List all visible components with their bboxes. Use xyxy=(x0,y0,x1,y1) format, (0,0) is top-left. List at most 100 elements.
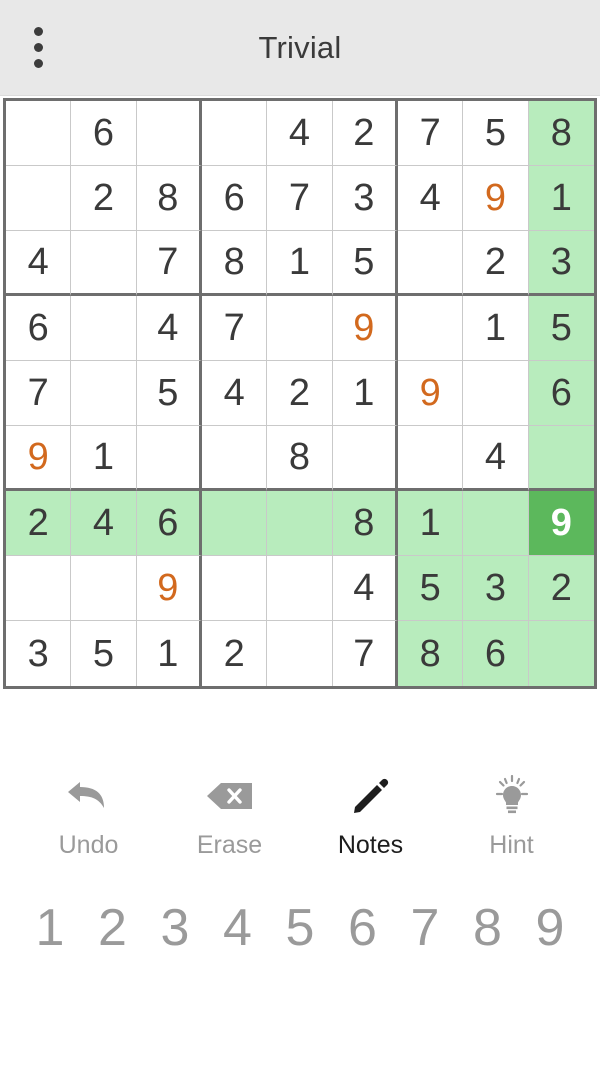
numpad-key-6[interactable]: 6 xyxy=(335,899,391,957)
sudoku-cell-r3c5[interactable]: 1 xyxy=(267,231,333,296)
sudoku-cell-r7c1[interactable]: 2 xyxy=(6,491,72,556)
sudoku-cell-r6c3[interactable] xyxy=(136,426,202,491)
sudoku-cell-r5c2[interactable] xyxy=(71,361,137,426)
sudoku-cell-r4c5[interactable] xyxy=(267,296,333,361)
sudoku-cell-r3c8[interactable]: 2 xyxy=(463,231,529,296)
sudoku-cell-r1c5[interactable]: 4 xyxy=(267,101,333,166)
sudoku-cell-r3c1[interactable]: 4 xyxy=(6,231,72,296)
sudoku-cell-r6c9[interactable] xyxy=(528,426,594,491)
tool-erase-button[interactable]: Erase xyxy=(166,775,294,860)
sudoku-cell-r2c8[interactable]: 9 xyxy=(463,166,529,231)
sudoku-cell-r5c9[interactable]: 6 xyxy=(528,361,594,426)
sudoku-cell-r7c7[interactable]: 1 xyxy=(398,491,464,556)
sudoku-cell-r8c6[interactable]: 4 xyxy=(332,556,398,621)
sudoku-cell-r9c7[interactable]: 8 xyxy=(398,621,464,686)
sudoku-cell-r5c5[interactable]: 2 xyxy=(267,361,333,426)
sudoku-cell-r9c6[interactable]: 7 xyxy=(332,621,398,686)
numpad-key-3[interactable]: 3 xyxy=(147,899,203,957)
sudoku-cell-r2c9[interactable]: 1 xyxy=(528,166,594,231)
sudoku-cell-r1c6[interactable]: 2 xyxy=(332,101,398,166)
sudoku-cell-r3c4[interactable]: 8 xyxy=(202,231,268,296)
sudoku-cell-r6c4[interactable] xyxy=(202,426,268,491)
sudoku-cell-r2c5[interactable]: 7 xyxy=(267,166,333,231)
sudoku-cell-r1c4[interactable] xyxy=(202,101,268,166)
sudoku-cell-r6c5[interactable]: 8 xyxy=(267,426,333,491)
sudoku-cell-r4c8[interactable]: 1 xyxy=(463,296,529,361)
sudoku-cell-r1c3[interactable] xyxy=(136,101,202,166)
sudoku-cell-r2c1[interactable] xyxy=(6,166,72,231)
sudoku-cell-r6c2[interactable]: 1 xyxy=(71,426,137,491)
sudoku-cell-r2c6[interactable]: 3 xyxy=(332,166,398,231)
sudoku-cell-r9c9[interactable] xyxy=(528,621,594,686)
sudoku-cell-r3c7[interactable] xyxy=(398,231,464,296)
sudoku-cell-r2c4[interactable]: 6 xyxy=(202,166,268,231)
sudoku-cell-r7c9[interactable]: 9 xyxy=(528,491,594,556)
sudoku-cell-r1c7[interactable]: 7 xyxy=(398,101,464,166)
sudoku-cell-r5c7[interactable]: 9 xyxy=(398,361,464,426)
sudoku-cell-r4c2[interactable] xyxy=(71,296,137,361)
sudoku-cell-r5c3[interactable]: 5 xyxy=(136,361,202,426)
sudoku-cell-r6c6[interactable] xyxy=(332,426,398,491)
sudoku-cell-r1c2[interactable]: 6 xyxy=(71,101,137,166)
sudoku-cell-r7c6[interactable]: 8 xyxy=(332,491,398,556)
sudoku-cell-r4c9[interactable]: 5 xyxy=(528,296,594,361)
sudoku-cell-r1c8[interactable]: 5 xyxy=(463,101,529,166)
sudoku-cell-r3c6[interactable]: 5 xyxy=(332,231,398,296)
sudoku-cell-r4c3[interactable]: 4 xyxy=(136,296,202,361)
sudoku-cell-r8c9[interactable]: 2 xyxy=(528,556,594,621)
tool-notes-button[interactable]: Notes xyxy=(307,775,435,860)
numpad-key-9[interactable]: 9 xyxy=(522,899,578,957)
sudoku-cell-r3c2[interactable] xyxy=(71,231,137,296)
sudoku-cell-r7c2[interactable]: 4 xyxy=(71,491,137,556)
sudoku-cell-r6c8[interactable]: 4 xyxy=(463,426,529,491)
sudoku-cell-r3c3[interactable]: 7 xyxy=(136,231,202,296)
sudoku-cell-r5c1[interactable]: 7 xyxy=(6,361,72,426)
sudoku-cell-r9c4[interactable]: 2 xyxy=(202,621,268,686)
sudoku-cell-r9c3[interactable]: 1 xyxy=(136,621,202,686)
sudoku-cell-r4c6[interactable]: 9 xyxy=(332,296,398,361)
sudoku-cell-r7c5[interactable] xyxy=(267,491,333,556)
sudoku-cell-r1c1[interactable] xyxy=(6,101,72,166)
sudoku-cell-r4c4[interactable]: 7 xyxy=(202,296,268,361)
sudoku-cell-r2c2[interactable]: 2 xyxy=(71,166,137,231)
sudoku-cell-r6c7[interactable] xyxy=(398,426,464,491)
sudoku-cell-r8c5[interactable] xyxy=(267,556,333,621)
numpad-key-2[interactable]: 2 xyxy=(85,899,141,957)
tool-hint-button[interactable]: Hint xyxy=(448,775,576,860)
sudoku-cell-r9c5[interactable] xyxy=(267,621,333,686)
sudoku-cell-r8c8[interactable]: 3 xyxy=(463,556,529,621)
numpad-key-5[interactable]: 5 xyxy=(272,899,328,957)
numpad-key-7[interactable]: 7 xyxy=(397,899,453,957)
sudoku-cell-r9c1[interactable]: 3 xyxy=(6,621,72,686)
sudoku-cell-r5c4[interactable]: 4 xyxy=(202,361,268,426)
sudoku-cell-r6c1[interactable]: 9 xyxy=(6,426,72,491)
sudoku-cell-r3c9[interactable]: 3 xyxy=(528,231,594,296)
lightbulb-icon xyxy=(491,775,533,817)
numpad-key-1[interactable]: 1 xyxy=(22,899,78,957)
sudoku-cell-r8c7[interactable]: 5 xyxy=(398,556,464,621)
sudoku-board[interactable]: 6427582867349147815236479157542196918424… xyxy=(3,98,597,689)
undo-arrow-icon xyxy=(66,775,112,817)
sudoku-cell-r4c7[interactable] xyxy=(398,296,464,361)
sudoku-cell-r7c4[interactable] xyxy=(202,491,268,556)
sudoku-cell-r2c3[interactable]: 8 xyxy=(136,166,202,231)
overflow-menu-icon[interactable] xyxy=(0,0,76,96)
sudoku-cell-r8c1[interactable] xyxy=(6,556,72,621)
sudoku-cell-r9c2[interactable]: 5 xyxy=(71,621,137,686)
sudoku-cell-r8c4[interactable] xyxy=(202,556,268,621)
sudoku-cell-r2c7[interactable]: 4 xyxy=(398,166,464,231)
numpad-key-8[interactable]: 8 xyxy=(460,899,516,957)
tool-label: Undo xyxy=(58,831,119,859)
sudoku-cell-r7c3[interactable]: 6 xyxy=(136,491,202,556)
sudoku-cell-r8c2[interactable] xyxy=(71,556,137,621)
sudoku-cell-r5c6[interactable]: 1 xyxy=(332,361,398,426)
sudoku-cell-r1c9[interactable]: 8 xyxy=(528,101,594,166)
sudoku-cell-r5c8[interactable] xyxy=(463,361,529,426)
numpad-key-4[interactable]: 4 xyxy=(210,899,266,957)
tool-undo-button[interactable]: Undo xyxy=(25,775,153,860)
tool-label: Erase xyxy=(196,831,263,859)
sudoku-cell-r7c8[interactable] xyxy=(463,491,529,556)
sudoku-cell-r9c8[interactable]: 6 xyxy=(463,621,529,686)
sudoku-cell-r8c3[interactable]: 9 xyxy=(136,556,202,621)
sudoku-cell-r4c1[interactable]: 6 xyxy=(6,296,72,361)
